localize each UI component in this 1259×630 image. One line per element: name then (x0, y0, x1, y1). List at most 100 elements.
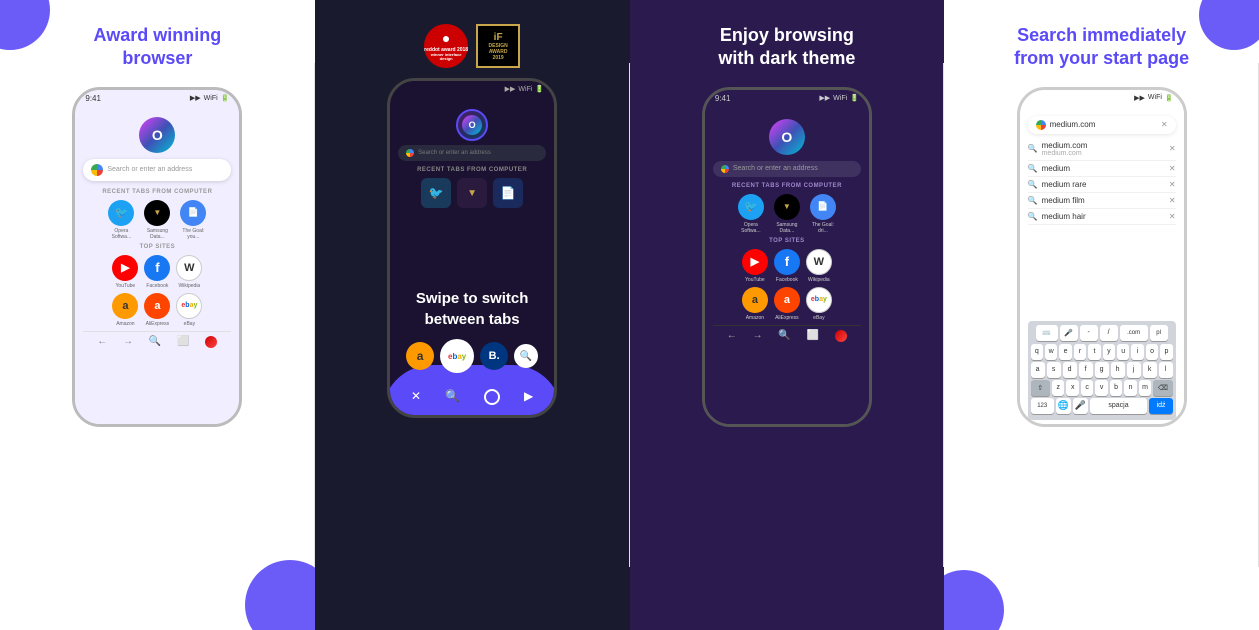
phone1-search-bar[interactable]: Search or enter an address (83, 159, 231, 181)
key-123[interactable]: 123 (1031, 398, 1054, 414)
nav-search-icon[interactable]: 🔍 (149, 336, 161, 347)
phone3-amazon[interactable]: a Amazon (742, 287, 768, 321)
phone3-wikipedia[interactable]: W Wikipedia (806, 249, 832, 283)
key-y[interactable]: y (1103, 344, 1115, 360)
site-icon-facebook[interactable]: f Facebook (144, 255, 170, 289)
result-item-3[interactable]: 🔍 medium film ✕ (1028, 193, 1176, 209)
phone3-aliexpress[interactable]: a AliExpress (774, 287, 800, 321)
ctrl-play[interactable]: ▶ (524, 389, 533, 405)
phone3-youtube[interactable]: ▶ YouTube (742, 249, 768, 283)
key-n[interactable]: n (1124, 380, 1136, 396)
result-close-2[interactable]: ✕ (1169, 180, 1176, 189)
key-t[interactable]: t (1088, 344, 1100, 360)
key-e[interactable]: e (1059, 344, 1071, 360)
key-globe[interactable]: 🌐 (1056, 398, 1071, 414)
panel-search: Search immediately from your start page … (944, 0, 1259, 630)
site-icon-docs[interactable]: 📄 The Goal: you... (178, 200, 208, 240)
result-close-1[interactable]: ✕ (1169, 164, 1176, 173)
phone3-ebay-label: eBay (813, 315, 824, 321)
nav3-search[interactable]: 🔍 (778, 330, 790, 341)
key-d[interactable]: d (1063, 362, 1077, 378)
result-item-1[interactable]: 🔍 medium ✕ (1028, 161, 1176, 177)
ctrl-search[interactable]: 🔍 (445, 389, 460, 405)
site-icon-amazon[interactable]: a Amazon (112, 293, 138, 327)
phone3-ebay[interactable]: ebay eBay (806, 287, 832, 321)
phone2-url-bar[interactable]: Search or enter an address (398, 145, 546, 161)
site-icon-wikipedia[interactable]: W Wikipedia (176, 255, 202, 289)
key-l[interactable]: l (1159, 362, 1173, 378)
phone3-icon-twitter[interactable]: 🐦 Opera Softwa... (736, 194, 766, 234)
result-icon-2: 🔍 (1028, 180, 1038, 189)
result-item-4[interactable]: 🔍 medium hair ✕ (1028, 209, 1176, 225)
key-slash[interactable]: / (1100, 325, 1118, 341)
result-close-0[interactable]: ✕ (1169, 144, 1176, 153)
keyboard[interactable]: ⌨️ 🎤 - / .com pl q w e r t y (1028, 321, 1176, 420)
result-item-0[interactable]: 🔍 medium.com medium.com ✕ (1028, 138, 1176, 161)
nav-back-icon[interactable]: ← (97, 336, 107, 347)
site-icon-youtube[interactable]: ▶ YouTube (112, 255, 138, 289)
nav-opera-icon[interactable] (205, 336, 217, 348)
key-s[interactable]: s (1047, 362, 1061, 378)
phone3-docs-icon: 📄 (810, 194, 836, 220)
key-p[interactable]: p (1160, 344, 1172, 360)
nav3-tabs[interactable]: ⬜ (807, 330, 819, 341)
phone2-tab3[interactable]: 📄 (493, 178, 523, 208)
key-k[interactable]: k (1143, 362, 1157, 378)
key-j[interactable]: j (1127, 362, 1141, 378)
key-x[interactable]: x (1066, 380, 1078, 396)
phone2-search-placeholder: Search or enter an address (418, 150, 491, 156)
result-item-2[interactable]: 🔍 medium rare ✕ (1028, 177, 1176, 193)
ctrl-home[interactable] (484, 389, 500, 405)
phone1-recent-tabs: 🐦 Opera Softwa... ▼ Samsung Data... 📄 Th… (83, 200, 231, 240)
key-i[interactable]: i (1131, 344, 1143, 360)
key-space[interactable]: spacja (1090, 398, 1148, 414)
key-q[interactable]: q (1031, 344, 1043, 360)
phone3-search-placeholder: Search or enter an address (733, 165, 818, 172)
site-icon-ebay[interactable]: ebay eBay (176, 293, 202, 327)
key-shift[interactable]: ⇧ (1031, 380, 1050, 396)
key-w[interactable]: w (1045, 344, 1057, 360)
nav-forward-icon[interactable]: → (123, 336, 133, 347)
phone3-icon-vanta[interactable]: ▼ Samsung Data... (772, 194, 802, 234)
nav3-back[interactable]: ← (727, 330, 737, 341)
key-c[interactable]: c (1081, 380, 1093, 396)
key-dash[interactable]: - (1080, 325, 1098, 341)
nav3-forward[interactable]: → (753, 330, 763, 341)
result-close-3[interactable]: ✕ (1169, 196, 1176, 205)
key-g[interactable]: g (1095, 362, 1109, 378)
key-h[interactable]: h (1111, 362, 1125, 378)
phone2-tab2[interactable]: ▼ (457, 178, 487, 208)
key-mic-bottom[interactable]: 🎤 (1073, 398, 1088, 414)
key-special-1[interactable]: ⌨️ (1036, 325, 1058, 341)
site-icon-twitter[interactable]: 🐦 Opera Softwa... (106, 200, 136, 240)
key-r[interactable]: r (1074, 344, 1086, 360)
key-dotcom[interactable]: .com (1120, 325, 1148, 341)
key-u[interactable]: u (1117, 344, 1129, 360)
phone1-top-sites-row1: ▶ YouTube f Facebook W Wikipedia (83, 255, 231, 289)
site-icon-aliexpress[interactable]: a AliExpress (144, 293, 170, 327)
key-go[interactable]: idź (1149, 398, 1172, 414)
phone2-google-icon (406, 149, 414, 157)
key-mic[interactable]: 🎤 (1060, 325, 1078, 341)
phone4-clear-icon[interactable]: ✕ (1161, 120, 1168, 129)
ctrl-close[interactable]: ✕ (411, 389, 421, 405)
key-z[interactable]: z (1052, 380, 1064, 396)
site-icon-vanta[interactable]: ▼ Samsung Data... (142, 200, 172, 240)
key-f[interactable]: f (1079, 362, 1093, 378)
phone3-facebook[interactable]: f Facebook (774, 249, 800, 283)
key-pl[interactable]: pl (1150, 325, 1168, 341)
phone2-tabs: 🐦 ▼ 📄 (398, 178, 546, 208)
phone2-tab1[interactable]: 🐦 (421, 178, 451, 208)
key-v[interactable]: v (1095, 380, 1107, 396)
key-backspace[interactable]: ⌫ (1153, 380, 1172, 396)
key-m[interactable]: m (1139, 380, 1151, 396)
result-close-4[interactable]: ✕ (1169, 212, 1176, 221)
nav3-opera[interactable] (835, 330, 847, 342)
phone4-search-bar[interactable]: medium.com ✕ (1028, 116, 1176, 134)
key-o[interactable]: o (1146, 344, 1158, 360)
phone3-search-bar[interactable]: Search or enter an address (713, 161, 861, 177)
phone3-icon-docs[interactable]: 📄 The Goal: dri... (808, 194, 838, 234)
key-a[interactable]: a (1031, 362, 1045, 378)
key-b[interactable]: b (1110, 380, 1122, 396)
nav-tabs-icon[interactable]: ⬜ (177, 336, 189, 347)
